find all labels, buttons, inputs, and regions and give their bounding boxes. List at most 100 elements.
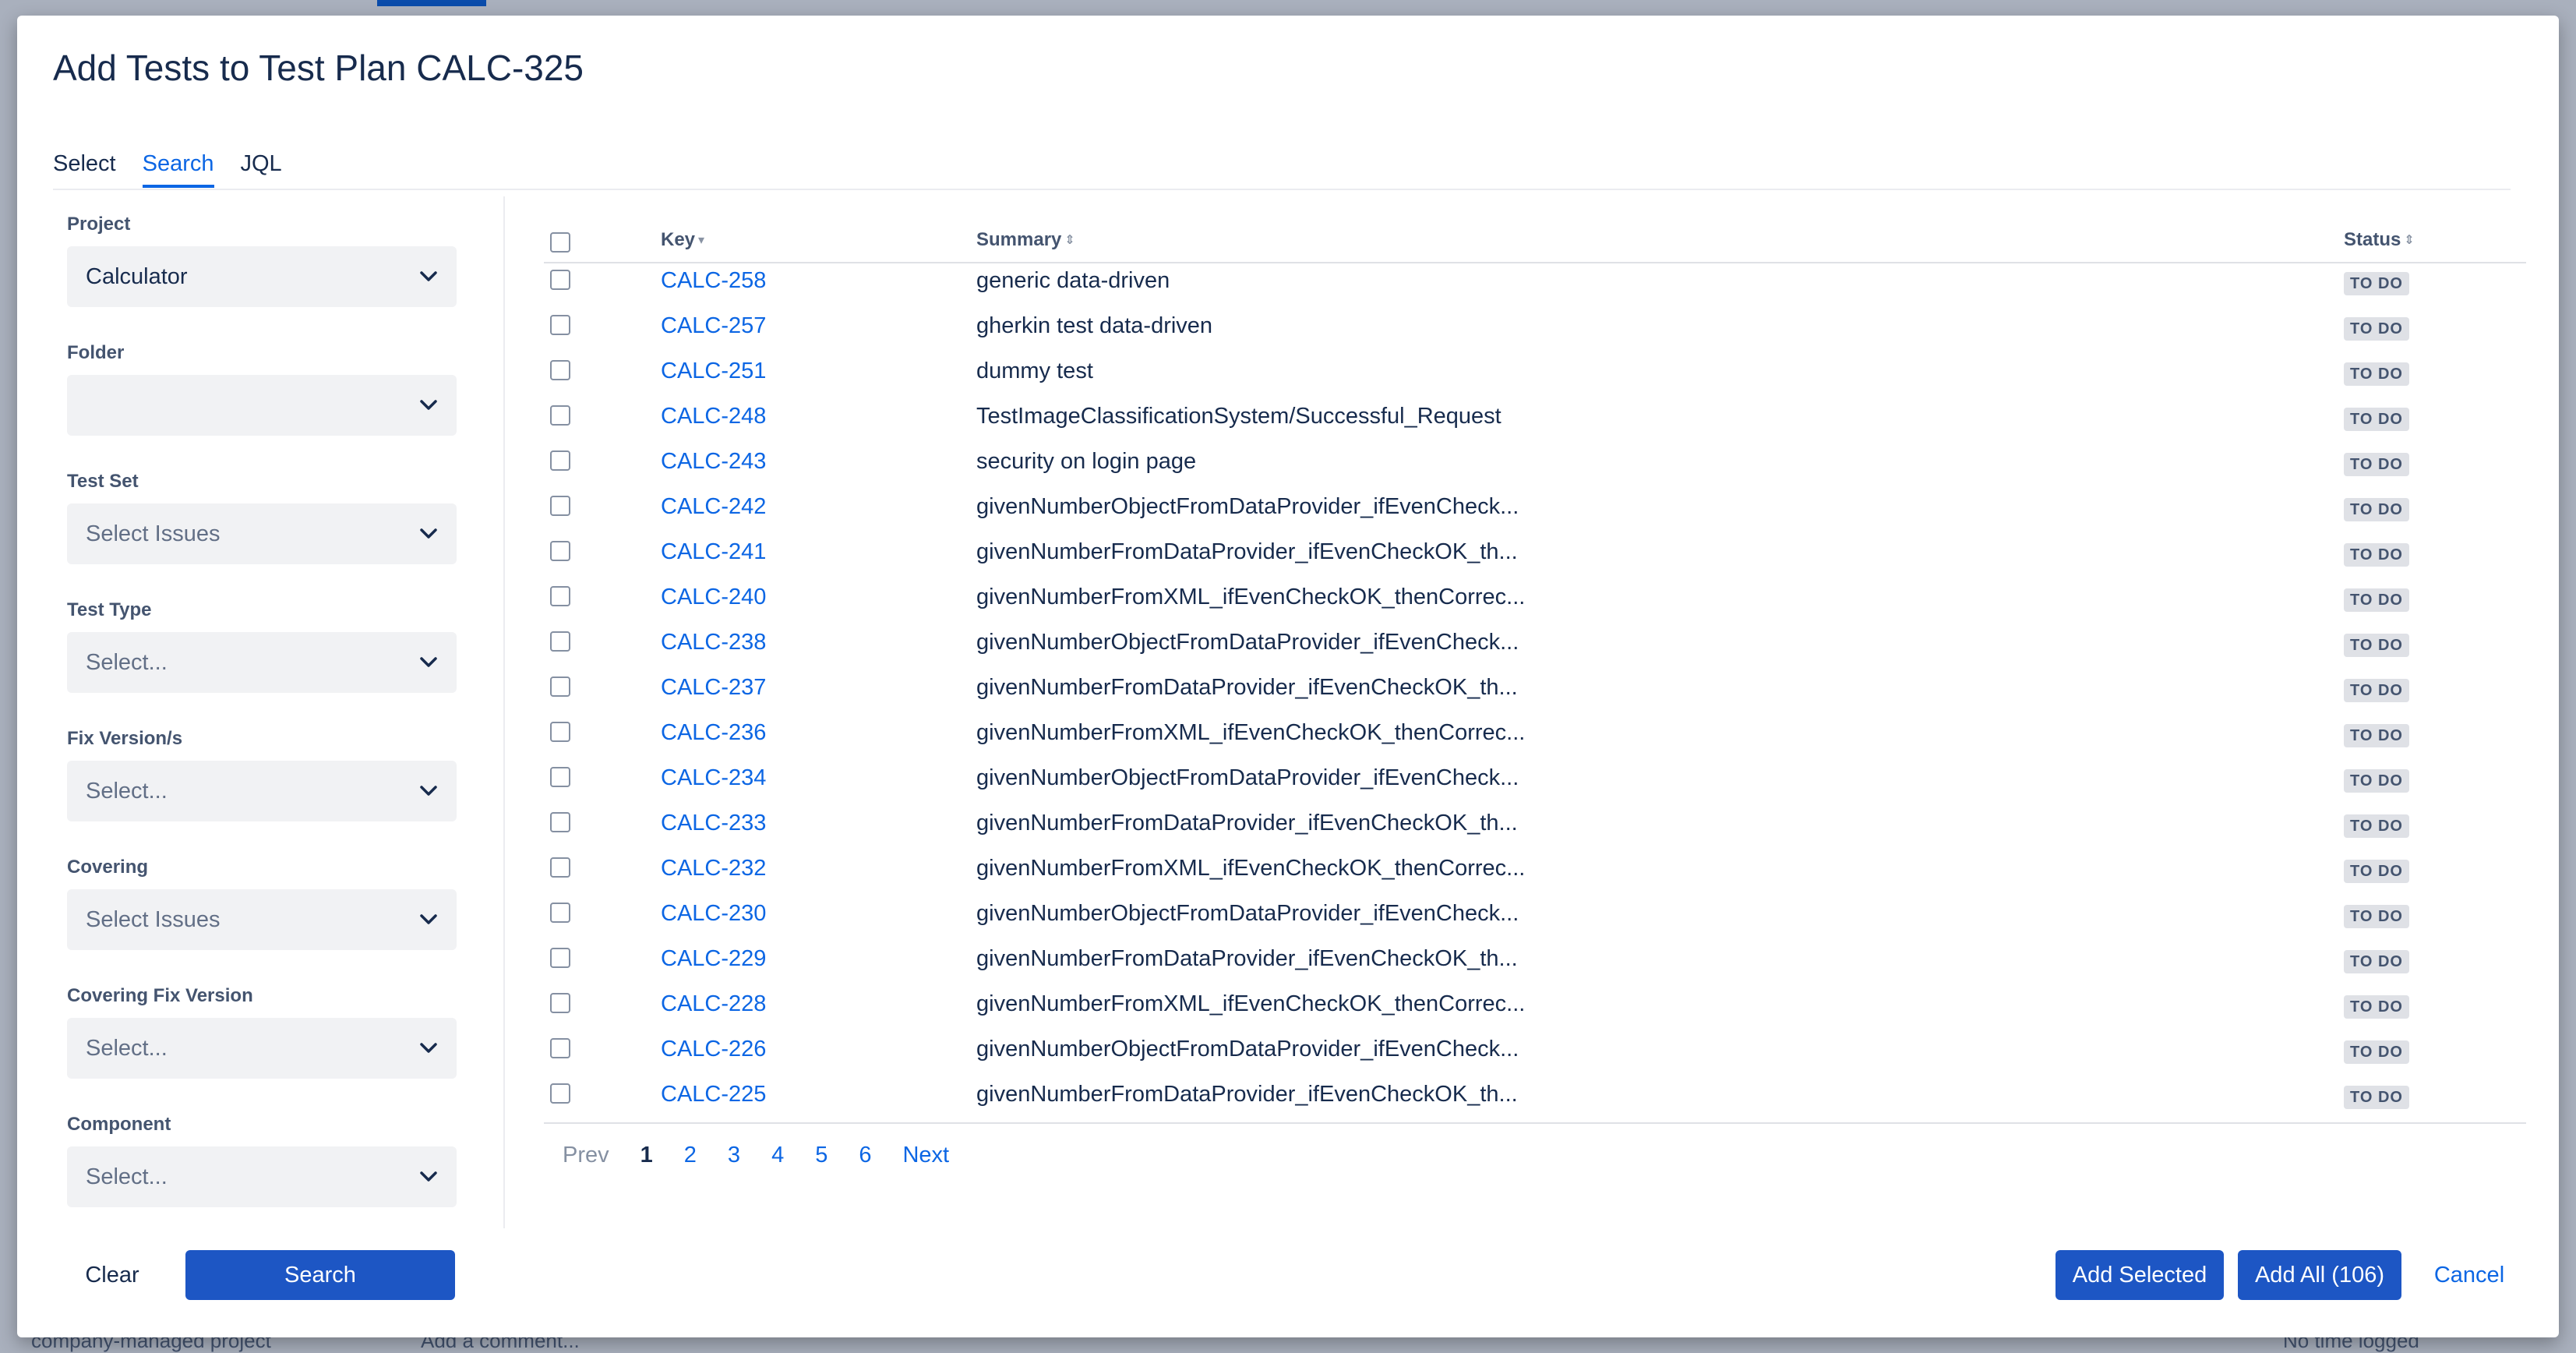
search-button[interactable]: Search [185, 1250, 455, 1300]
issue-key-link[interactable]: CALC-228 [661, 991, 766, 1017]
issue-summary: givenNumberObjectFromDataProvider_ifEven… [976, 494, 1519, 519]
select-placeholder: Select... [86, 778, 168, 804]
pagination-page-2[interactable]: 2 [684, 1143, 697, 1168]
row-checkbox[interactable] [550, 586, 570, 606]
issue-key-link[interactable]: CALC-242 [661, 494, 766, 520]
filter-folder: Folder [67, 342, 457, 436]
table-row: CALC-230 givenNumberObjectFromDataProvide… [544, 892, 2526, 937]
row-checkbox[interactable] [550, 993, 570, 1013]
folder-select[interactable] [67, 375, 457, 436]
status-badge: TO DO [2344, 408, 2409, 431]
row-checkbox[interactable] [550, 496, 570, 516]
issue-key-link[interactable]: CALC-238 [661, 630, 766, 655]
table-row: CALC-226 givenNumberObjectFromDataProvide… [544, 1027, 2526, 1072]
issue-key-link[interactable]: CALC-243 [661, 449, 766, 475]
add-selected-button[interactable]: Add Selected [2056, 1250, 2224, 1300]
issue-summary: givenNumberFromDataProvider_ifEvenCheckO… [976, 539, 1518, 564]
row-checkbox[interactable] [550, 948, 570, 968]
issue-summary: givenNumberFromXML_ifEvenCheckOK_thenCor… [976, 856, 1526, 881]
row-checkbox[interactable] [550, 676, 570, 697]
fix-version-select[interactable]: Select... [67, 761, 457, 821]
clear-button[interactable]: Clear [65, 1250, 159, 1300]
issue-summary: TestImageClassificationSystem/Successful… [976, 404, 1501, 429]
tab-search[interactable]: Search [142, 151, 214, 188]
row-checkbox[interactable] [550, 541, 570, 561]
issue-key-link[interactable]: CALC-248 [661, 404, 766, 429]
select-all-checkbox[interactable] [550, 232, 570, 253]
table-row: CALC-237 givenNumberFromDataProvider_ifEv… [544, 666, 2526, 711]
issue-key-link[interactable]: CALC-241 [661, 539, 766, 565]
row-checkbox[interactable] [550, 315, 570, 335]
issue-summary: givenNumberFromDataProvider_ifEvenCheckO… [976, 1082, 1518, 1107]
row-checkbox[interactable] [550, 767, 570, 787]
table-row: CALC-241 givenNumberFromDataProvider_ifEv… [544, 530, 2526, 575]
select-placeholder: Select Issues [86, 906, 221, 932]
issue-key-link[interactable]: CALC-257 [661, 313, 766, 339]
filter-fix-version: Fix Version/s Select... [67, 728, 457, 821]
table-row: CALC-236 givenNumberFromXML_ifEvenCheckOK… [544, 711, 2526, 756]
issue-key-link[interactable]: CALC-237 [661, 675, 766, 701]
issue-key-link[interactable]: CALC-240 [661, 585, 766, 610]
issue-summary: security on login page [976, 449, 1197, 474]
project-select[interactable]: Calculator [67, 246, 457, 307]
status-badge: TO DO [2344, 453, 2409, 476]
issue-key-link[interactable]: CALC-230 [661, 901, 766, 927]
tab-select[interactable]: Select [53, 151, 116, 188]
filter-label: Folder [67, 342, 125, 363]
pagination-next[interactable]: Next [902, 1143, 949, 1168]
row-checkbox[interactable] [550, 1038, 570, 1058]
row-checkbox[interactable] [550, 1083, 570, 1104]
row-checkbox[interactable] [550, 857, 570, 878]
row-checkbox[interactable] [550, 450, 570, 471]
status-badge: TO DO [2344, 860, 2409, 883]
issue-key-link[interactable]: CALC-251 [661, 359, 766, 384]
row-checkbox[interactable] [550, 270, 570, 290]
column-header-key[interactable]: Key ▾ [661, 229, 704, 251]
status-badge: TO DO [2344, 362, 2409, 386]
status-badge: TO DO [2344, 724, 2409, 747]
issue-summary: givenNumberObjectFromDataProvider_ifEven… [976, 901, 1519, 926]
table-row: CALC-225 givenNumberFromDataProvider_ifEv… [544, 1072, 2526, 1118]
covering-fix-version-select[interactable]: Select... [67, 1018, 457, 1079]
filter-label: Test Type [67, 599, 152, 620]
issue-summary: givenNumberFromDataProvider_ifEvenCheckO… [976, 675, 1518, 700]
status-badge: TO DO [2344, 814, 2409, 838]
status-badge: TO DO [2344, 950, 2409, 973]
test-set-select[interactable]: Select Issues [67, 503, 457, 564]
issue-key-link[interactable]: CALC-226 [661, 1037, 766, 1062]
table-header: Key ▾ Summary ⇕ Status ⇕ [544, 223, 2526, 263]
pagination-page-4[interactable]: 4 [771, 1143, 784, 1168]
issue-key-link[interactable]: CALC-234 [661, 765, 766, 791]
tab-jql[interactable]: JQL [241, 151, 282, 188]
covering-select[interactable]: Select Issues [67, 889, 457, 950]
add-all-button[interactable]: Add All (106) [2238, 1250, 2401, 1300]
column-header-label: Status [2344, 229, 2401, 250]
cancel-button[interactable]: Cancel [2419, 1250, 2520, 1300]
row-checkbox[interactable] [550, 812, 570, 832]
dialog-title: Add Tests to Test Plan CALC-325 [53, 48, 584, 88]
pagination-page-1[interactable]: 1 [640, 1143, 653, 1168]
pagination-page-3[interactable]: 3 [728, 1143, 740, 1168]
row-checkbox[interactable] [550, 631, 570, 652]
pagination-page-6[interactable]: 6 [859, 1143, 871, 1168]
filter-test-type: Test Type Select... [67, 599, 457, 693]
issue-key-link[interactable]: CALC-233 [661, 811, 766, 836]
column-header-status[interactable]: Status ⇕ [2344, 229, 2415, 251]
column-header-label: Key [661, 229, 696, 250]
table-bottom-border [544, 1122, 2526, 1124]
issue-summary: givenNumberFromXML_ifEvenCheckOK_thenCor… [976, 991, 1526, 1016]
issue-key-link[interactable]: CALC-225 [661, 1082, 766, 1107]
table-row: CALC-240 givenNumberFromXML_ifEvenCheckOK… [544, 575, 2526, 620]
issue-key-link[interactable]: CALC-236 [661, 720, 766, 746]
row-checkbox[interactable] [550, 360, 570, 380]
issue-key-link[interactable]: CALC-258 [661, 268, 766, 294]
row-checkbox[interactable] [550, 903, 570, 923]
row-checkbox[interactable] [550, 722, 570, 742]
issue-key-link[interactable]: CALC-232 [661, 856, 766, 881]
component-select[interactable]: Select... [67, 1146, 457, 1207]
pagination-page-5[interactable]: 5 [815, 1143, 827, 1168]
row-checkbox[interactable] [550, 405, 570, 426]
issue-key-link[interactable]: CALC-229 [661, 946, 766, 972]
test-type-select[interactable]: Select... [67, 632, 457, 693]
column-header-summary[interactable]: Summary ⇕ [976, 229, 1075, 251]
